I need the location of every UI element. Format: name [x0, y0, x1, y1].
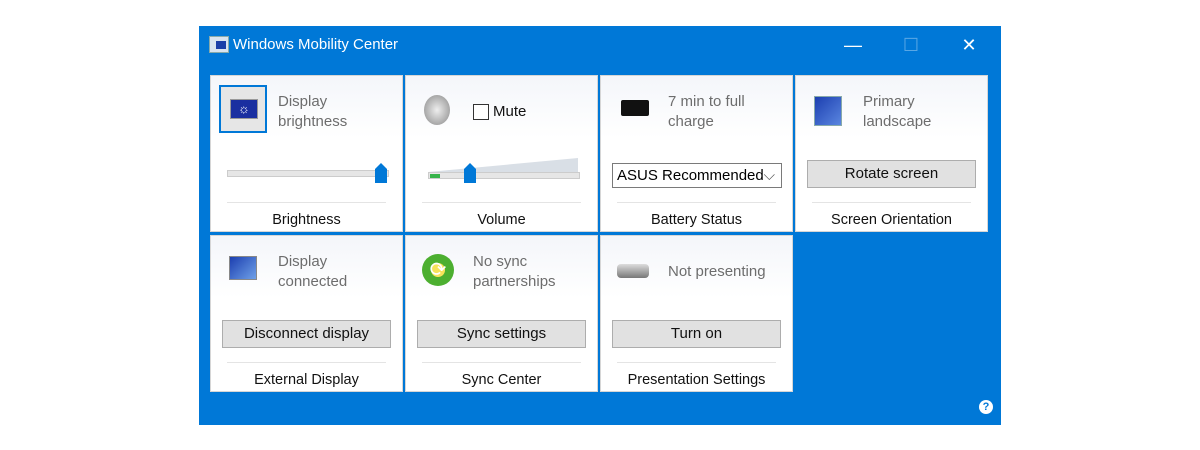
tile-external-display: Display connected Disconnect display Ext… [210, 235, 403, 392]
tile-brightness: ☼ Display brightness Brightness [210, 75, 403, 232]
minimize-button[interactable]: — [833, 32, 873, 58]
power-plan-value: ASUS Recommended [617, 167, 764, 184]
battery-charging-icon [621, 100, 649, 116]
turn-on-presentation-button[interactable]: Turn on [612, 320, 781, 348]
maximize-button[interactable]: ☐ [891, 32, 931, 58]
close-button[interactable]: ✕ [949, 32, 989, 58]
brightness-text: Display brightness [278, 93, 348, 130]
mobility-center-window: Windows Mobility Center — ☐ ✕ ☼ Display … [199, 26, 1001, 425]
sync-icon: ⟳ [422, 254, 454, 286]
sync-text: No sync partnerships [473, 253, 556, 290]
external-display-icon [229, 256, 257, 280]
app-icon [209, 36, 229, 53]
display-text: Display connected [278, 253, 348, 290]
tile-label: Battery Status [650, 212, 743, 228]
power-plan-dropdown[interactable]: ASUS Recommended ⌵ [612, 163, 782, 188]
tile-label: Presentation Settings [627, 372, 766, 388]
window-title: Windows Mobility Center [233, 36, 399, 53]
mute-checkbox[interactable] [473, 104, 489, 120]
help-icon[interactable]: ? [979, 400, 993, 414]
projector-icon [617, 264, 649, 278]
tile-label: Screen Orientation [831, 212, 952, 228]
speaker-icon[interactable] [424, 95, 450, 125]
disconnect-display-button[interactable]: Disconnect display [222, 320, 391, 348]
brightness-slider-thumb[interactable] [375, 163, 387, 183]
battery-text: 7 min to full charge [668, 93, 745, 130]
tile-sync-center: ⟳ No sync partnerships Sync settings Syn… [405, 235, 598, 392]
sync-settings-button[interactable]: Sync settings [417, 320, 586, 348]
rotate-screen-button[interactable]: Rotate screen [807, 160, 976, 188]
chevron-down-icon: ⌵ [763, 167, 775, 184]
orientation-text: Primary landscape [863, 93, 932, 130]
tile-label: Volume [477, 212, 526, 228]
rotate-screen-icon [814, 96, 842, 126]
tile-battery: 7 min to full charge ASUS Recommended ⌵ B… [600, 75, 793, 232]
tile-volume: Mute Volume [405, 75, 598, 232]
tile-label: Sync Center [461, 372, 542, 388]
presentation-text: Not presenting [668, 263, 766, 280]
tile-orientation: Primary landscape Rotate screen Screen O… [795, 75, 988, 232]
brightness-slider[interactable] [227, 170, 389, 177]
display-brightness-icon[interactable]: ☼ [219, 85, 267, 133]
tile-label: External Display [254, 372, 359, 388]
tile-label: Brightness [272, 212, 341, 228]
mute-label: Mute [493, 103, 527, 120]
tile-presentation: Not presenting Turn on Presentation Sett… [600, 235, 793, 392]
volume-slider[interactable] [428, 172, 580, 179]
volume-slider-thumb[interactable] [464, 163, 476, 183]
